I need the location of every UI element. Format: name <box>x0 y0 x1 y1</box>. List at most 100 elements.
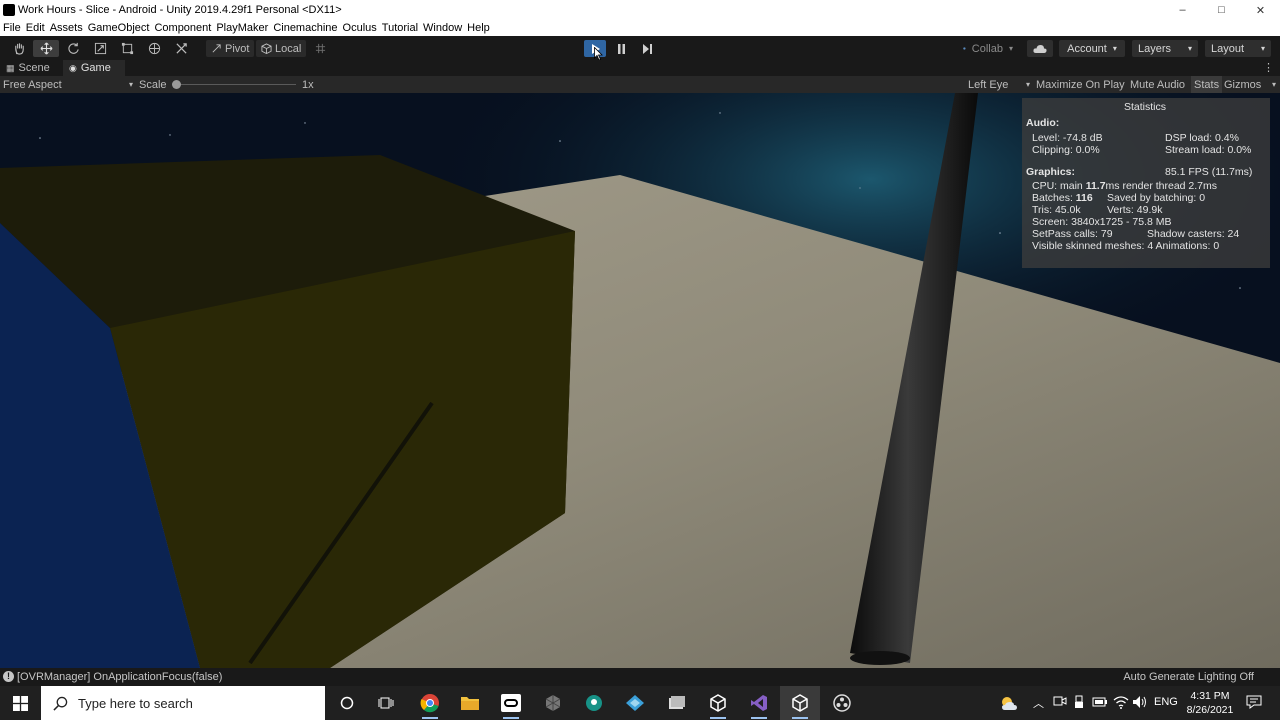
notification-icon[interactable] <box>1246 695 1262 712</box>
unity-app-icon <box>3 4 15 16</box>
console-message[interactable]: [OVRManager] OnApplicationFocus(false) <box>17 671 222 683</box>
pause-icon <box>617 43 625 54</box>
pause-button[interactable] <box>610 40 632 57</box>
taskbar-search[interactable]: Type here to search <box>41 686 325 720</box>
eye-label: Left Eye <box>968 78 1009 91</box>
maximize-button[interactable]: □ <box>1202 0 1241 20</box>
aspect-label: Free Aspect <box>3 78 62 91</box>
oculus-icon[interactable] <box>491 686 531 720</box>
title-bar: Work Hours - Slice - Android - Unity 201… <box>0 0 1280 20</box>
cloud-services-button[interactable] <box>1027 40 1053 57</box>
meet-now-icon[interactable] <box>1053 695 1067 710</box>
menu-playmaker[interactable]: PlayMaker <box>216 22 268 34</box>
rotate-tool-icon[interactable] <box>60 40 86 57</box>
unity-hub-icon[interactable] <box>533 686 573 720</box>
local-toggle[interactable]: Local <box>256 40 307 57</box>
pivot-label: Pivot <box>225 42 250 55</box>
main-toolbar: Pivot Local Collab ▾ Account ▾ Layers ▾ … <box>0 36 1280 61</box>
gitkraken-icon[interactable] <box>574 686 614 720</box>
menu-component[interactable]: Component <box>154 22 211 34</box>
menu-gameobject[interactable]: GameObject <box>88 22 150 34</box>
slider-thumb[interactable] <box>172 80 181 89</box>
hand-tool-icon[interactable] <box>6 40 32 57</box>
tab-menu-icon[interactable]: ⋮ <box>1263 61 1274 74</box>
screen-readout: Screen: 3840x1725 - 75.8 MB <box>1032 216 1172 228</box>
mouse-cursor-icon <box>594 47 603 61</box>
file-explorer-icon[interactable] <box>450 686 490 720</box>
eye-dropdown[interactable]: Left Eye ▾ <box>968 76 1030 93</box>
cloud-icon <box>1033 44 1047 53</box>
cortana-icon[interactable] <box>327 686 367 720</box>
cpu-prefix: CPU: main <box>1032 180 1086 192</box>
menu-file[interactable]: File <box>3 22 21 34</box>
saved-by-batching: Saved by batching: 0 <box>1107 192 1206 204</box>
mute-audio-toggle[interactable]: Mute Audio <box>1130 76 1185 93</box>
chevron-down-icon: ▾ <box>1187 44 1192 53</box>
menu-help[interactable]: Help <box>467 22 490 34</box>
pivot-toggle[interactable]: Pivot <box>206 40 255 57</box>
layout-label: Layout <box>1211 42 1245 55</box>
collab-cloud-icon <box>963 47 966 50</box>
tab-scene[interactable]: ▦ Scene <box>0 60 62 76</box>
visual-studio-icon[interactable] <box>739 686 779 720</box>
local-cube-icon <box>261 43 272 54</box>
window-controls: – □ ✕ <box>1163 0 1280 20</box>
audio-level: Level: -74.8 dB <box>1032 132 1103 144</box>
menu-oculus[interactable]: Oculus <box>343 22 377 34</box>
chevron-down-icon: ▾ <box>1008 44 1013 53</box>
language-indicator[interactable]: ENG <box>1154 696 1178 708</box>
account-label: Account <box>1067 42 1107 55</box>
files-icon[interactable] <box>656 686 696 720</box>
scale-tool-icon[interactable] <box>87 40 113 57</box>
transform-tool-icon[interactable] <box>141 40 167 57</box>
obs-icon[interactable] <box>822 686 862 720</box>
view-tab-bar: ▦ Scene ◉ Game ⋮ <box>0 60 1280 76</box>
aspect-dropdown[interactable]: Free Aspect ▾ <box>3 76 133 93</box>
stats-toggle[interactable]: Stats <box>1191 76 1223 93</box>
weather-icon[interactable] <box>992 686 1026 720</box>
menu-edit[interactable]: Edit <box>26 22 45 34</box>
grid-snap-icon[interactable] <box>312 40 328 57</box>
account-dropdown[interactable]: Account ▾ <box>1059 40 1125 57</box>
chevron-down-icon: ▾ <box>1260 44 1265 53</box>
unity-editor-icon[interactable] <box>780 686 820 720</box>
audio-clipping: Clipping: 0.0% <box>1032 144 1100 156</box>
windows-taskbar: Type here to search ︿ ENG 4:31 PM 8/26/2… <box>0 686 1280 720</box>
rect-tool-icon[interactable] <box>114 40 140 57</box>
clock-time: 4:31 PM <box>1190 690 1230 702</box>
battery-icon[interactable] <box>1092 696 1108 711</box>
usb-icon[interactable] <box>1074 695 1084 712</box>
menu-tutorial[interactable]: Tutorial <box>382 22 418 34</box>
tab-game[interactable]: ◉ Game <box>63 60 125 76</box>
layers-dropdown[interactable]: Layers ▾ <box>1132 40 1198 57</box>
chevron-down-icon: ▾ <box>1112 44 1117 53</box>
menu-assets[interactable]: Assets <box>50 22 83 34</box>
windows-start-icon[interactable] <box>0 686 40 720</box>
wifi-icon[interactable] <box>1113 695 1129 712</box>
local-label: Local <box>275 42 302 55</box>
menu-cinemachine[interactable]: Cinemachine <box>273 22 337 34</box>
tab-game-label: Game <box>80 62 111 74</box>
lighting-status[interactable]: Auto Generate Lighting Off <box>1123 671 1254 683</box>
collab-dropdown[interactable]: Collab ▾ <box>957 40 1019 57</box>
skinned-meshes: Visible skinned meshes: 4 Animations: 0 <box>1032 240 1220 252</box>
gizmos-dropdown[interactable]: Gizmos ▾ <box>1224 76 1276 93</box>
cpu-suffix: ms render thread 2.7ms <box>1105 180 1218 192</box>
blender-icon[interactable] <box>615 686 655 720</box>
clock[interactable]: 4:31 PM 8/26/2021 <box>1180 689 1240 717</box>
menu-window[interactable]: Window <box>423 22 462 34</box>
chevron-up-icon[interactable]: ︿ <box>1033 695 1044 711</box>
chrome-icon[interactable] <box>410 686 450 720</box>
layout-dropdown[interactable]: Layout ▾ <box>1205 40 1271 57</box>
unity-icon[interactable] <box>698 686 738 720</box>
task-view-icon[interactable] <box>366 686 406 720</box>
minimize-button[interactable]: – <box>1163 0 1202 20</box>
volume-icon[interactable] <box>1132 695 1148 712</box>
close-button[interactable]: ✕ <box>1241 0 1280 20</box>
maximize-on-play-toggle[interactable]: Maximize On Play <box>1036 76 1125 93</box>
fps-readout: 85.1 FPS (11.7ms) <box>1165 166 1253 178</box>
scale-slider[interactable] <box>172 76 296 93</box>
custom-tool-icon[interactable] <box>168 40 194 57</box>
move-tool-icon[interactable] <box>33 40 59 57</box>
step-button[interactable] <box>637 40 659 57</box>
